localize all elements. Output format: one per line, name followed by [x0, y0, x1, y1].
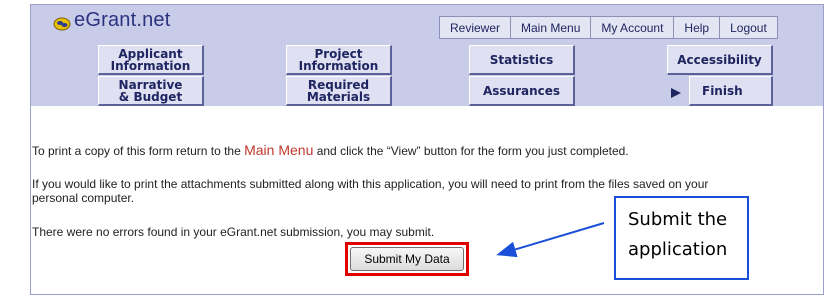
callout-line-1: Submit the [628, 209, 728, 230]
callout-line-2: application [628, 239, 728, 260]
annotation-callout: Submit the application [614, 196, 749, 280]
